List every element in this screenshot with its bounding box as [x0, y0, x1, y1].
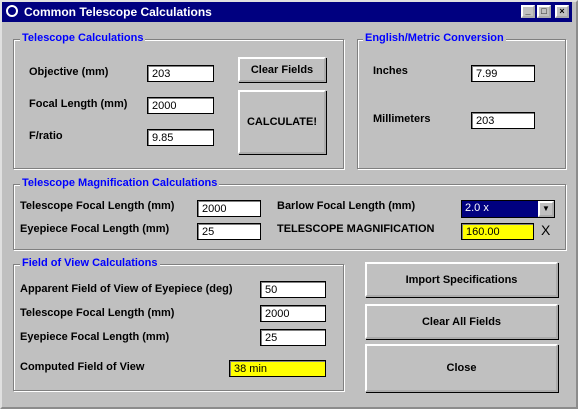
barlow-selected-value: 2.0 x — [465, 202, 489, 214]
app-icon — [6, 5, 18, 17]
inches-input[interactable] — [471, 65, 535, 82]
telescope-calculations-group: Telescope Calculations Objective (mm) Fo… — [13, 32, 344, 169]
fov-eyepiece-focal-label: Eyepiece Focal Length (mm) — [20, 331, 170, 343]
main-window: Common Telescope Calculations _ □ × Tele… — [0, 0, 578, 409]
fov-telescope-focal-label: Telescope Focal Length (mm) — [20, 307, 175, 319]
mag-eyepiece-focal-label: Eyepiece Focal Length (mm) — [20, 223, 170, 235]
close-x-icon[interactable]: X — [541, 222, 550, 238]
millimeters-label: Millimeters — [373, 113, 431, 125]
chevron-down-icon[interactable]: ▼ — [538, 201, 554, 217]
mag-eyepiece-focal-input[interactable] — [197, 223, 261, 240]
objective-label: Objective (mm) — [29, 66, 109, 78]
afov-label: Apparent Field of View of Eyepiece (deg) — [20, 283, 233, 295]
fov-eyepiece-focal-input[interactable] — [260, 329, 326, 346]
clear-all-fields-button[interactable]: Clear All Fields — [365, 304, 558, 339]
window-title: Common Telescope Calculations — [24, 5, 212, 19]
barlow-select[interactable]: 2.0 x ▼ — [461, 200, 555, 218]
conversion-legend: English/Metric Conversion — [363, 32, 506, 44]
calculate-button[interactable]: CALCULATE! — [238, 90, 326, 154]
close-button[interactable]: Close — [365, 344, 558, 392]
minimize-button[interactable]: _ — [521, 5, 535, 18]
millimeters-input[interactable] — [471, 112, 535, 129]
afov-input[interactable] — [260, 281, 326, 298]
computed-fov-result[interactable] — [229, 360, 326, 377]
magnification-result[interactable] — [461, 223, 534, 240]
magnification-group: Telescope Magnification Calculations Tel… — [13, 177, 566, 250]
fratio-label: F/ratio — [29, 130, 63, 142]
fov-legend: Field of View Calculations — [20, 257, 160, 269]
telescope-calculations-legend: Telescope Calculations — [20, 32, 146, 44]
mag-telescope-focal-input[interactable] — [197, 200, 261, 217]
import-specifications-button[interactable]: Import Specifications — [365, 262, 558, 297]
focal-length-label: Focal Length (mm) — [29, 98, 128, 110]
fov-telescope-focal-input[interactable] — [260, 305, 326, 322]
close-window-button[interactable]: × — [555, 5, 569, 18]
title-bar[interactable]: Common Telescope Calculations _ □ × — [2, 2, 572, 22]
maximize-button[interactable]: □ — [537, 5, 551, 18]
magnification-legend: Telescope Magnification Calculations — [20, 177, 220, 189]
clear-fields-button[interactable]: Clear Fields — [238, 57, 326, 82]
fov-group: Field of View Calculations Apparent Fiel… — [13, 257, 344, 391]
magnification-label: TELESCOPE MAGNIFICATION — [277, 223, 435, 235]
conversion-group: English/Metric Conversion Inches Millime… — [357, 32, 566, 169]
inches-label: Inches — [373, 65, 408, 77]
barlow-label: Barlow Focal Length (mm) — [277, 200, 416, 212]
mag-telescope-focal-label: Telescope Focal Length (mm) — [20, 200, 175, 212]
fratio-input[interactable] — [147, 129, 214, 146]
objective-input[interactable] — [147, 65, 214, 82]
focal-length-input[interactable] — [147, 97, 214, 114]
computed-fov-label: Computed Field of View — [20, 361, 145, 373]
